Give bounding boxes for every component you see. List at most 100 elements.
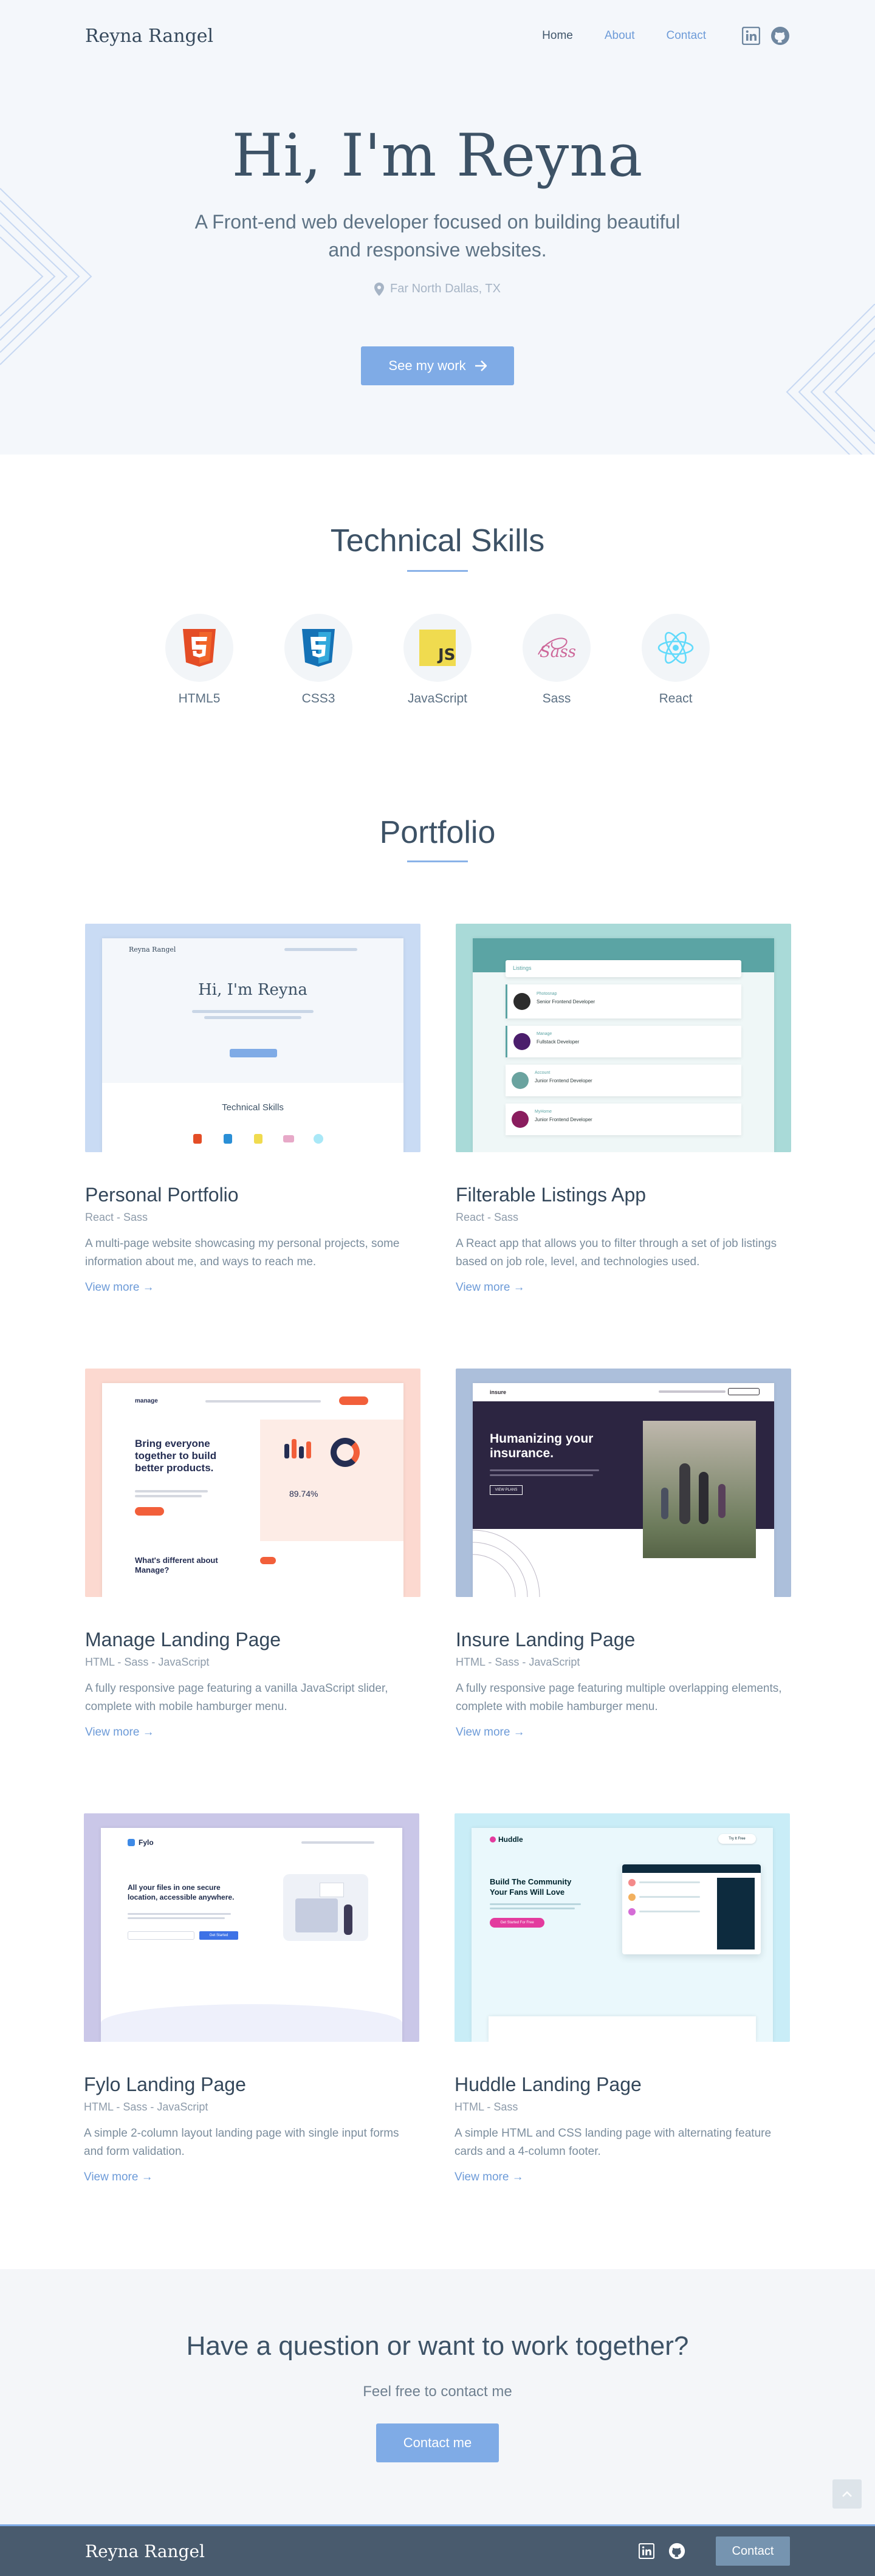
view-more-link[interactable]: View more →	[84, 2171, 153, 2184]
thumb-text-line	[639, 1911, 700, 1912]
view-more-link[interactable]: View more →	[85, 1726, 154, 1739]
thumb-brand: Fylo	[139, 1838, 154, 1847]
thumbnail-screen: Reyna Rangel Hi, I'm Reyna Technical Ski…	[102, 938, 403, 1152]
skill-javascript-badge: JS	[403, 614, 472, 682]
svg-text:JS: JS	[437, 646, 455, 664]
project-description: A React app that allows you to filter th…	[456, 1237, 777, 1268]
portfolio-section: Portfolio Reyna Rangel Hi, I'm Reyna Tec…	[0, 758, 875, 2269]
social-icons	[741, 26, 790, 46]
thumb-brand: insure	[490, 1389, 507, 1395]
thumb-skills-area: Technical Skills	[102, 1083, 403, 1152]
thumb-subheading: What's different about Manage?	[135, 1556, 218, 1575]
footer-contact-button[interactable]: Contact	[716, 2537, 790, 2566]
thumb-donut	[331, 1438, 360, 1467]
thumb-family-photo	[643, 1421, 756, 1558]
thumb-skill-icon	[314, 1134, 323, 1144]
thumb-photo-figure	[661, 1488, 668, 1519]
thumb-stat: 89.74%	[289, 1489, 318, 1499]
thumb-skills-title: Technical Skills	[222, 1102, 284, 1113]
nav-links: Home About Contact	[542, 29, 706, 43]
thumb-job-card: Manage Fullstack Developer	[506, 1026, 741, 1057]
github-icon[interactable]	[667, 2541, 687, 2561]
footer-brand[interactable]: Reyna Rangel	[85, 2541, 205, 2561]
thumb-company: Manage	[537, 1032, 552, 1036]
thumb-photo-figure	[718, 1484, 726, 1518]
thumb-avatar	[628, 1894, 636, 1901]
contact-me-button[interactable]: Contact me	[376, 2423, 499, 2462]
view-more-link[interactable]: View more →	[455, 2171, 524, 2184]
thumb-role: Fullstack Developer	[537, 1039, 580, 1045]
thumb-cta: Get Started	[199, 1931, 238, 1940]
thumb-job-card: Account Junior Frontend Developer	[506, 1065, 741, 1096]
linkedin-icon[interactable]	[741, 26, 761, 46]
thumbnail-screen: Huddle Try It Free Build The Community Y…	[472, 1828, 773, 2042]
skill-css3-name: CSS3	[301, 692, 335, 706]
project-thumbnail[interactable]: Reyna Rangel Hi, I'm Reyna Technical Ski…	[85, 924, 420, 1152]
thumb-filter-bar: Listings	[506, 960, 741, 977]
project-card-huddle: Huddle Try It Free Build The Community Y…	[455, 1813, 790, 2184]
linkedin-icon[interactable]	[637, 2541, 656, 2561]
view-more-label: View more	[85, 1281, 140, 1294]
thumb-logo-mark	[490, 1836, 496, 1843]
map-pin-icon	[374, 282, 385, 296]
thumb-job-card: MyHome Junior Frontend Developer	[506, 1104, 741, 1135]
thumb-role: Senior Frontend Developer	[537, 999, 595, 1005]
github-icon[interactable]	[770, 26, 790, 46]
project-thumbnail[interactable]: manage Bring everyone together to build …	[85, 1369, 420, 1597]
thumb-heading: Bring everyone together to build better …	[135, 1438, 217, 1474]
thumb-badge	[260, 1557, 276, 1564]
thumb-skill-icon	[283, 1135, 294, 1142]
skill-css3: CSS3	[284, 614, 352, 706]
thumb-nav	[284, 948, 357, 951]
project-thumbnail[interactable]: Fylo All your files in one secure locati…	[84, 1813, 419, 2042]
thumb-hero: Hi, I'm Reyna	[198, 981, 307, 999]
view-more-link[interactable]: View more →	[456, 1726, 525, 1739]
view-more-link[interactable]: View more →	[456, 1281, 525, 1294]
thumb-company-logo	[512, 1111, 529, 1128]
project-title: Huddle Landing Page	[455, 2073, 642, 2095]
thumb-text-line	[135, 1495, 202, 1497]
thumb-text-line	[490, 1908, 575, 1909]
portfolio-title: Portfolio	[379, 815, 496, 850]
top-nav: Reyna Rangel Home About Contact	[0, 0, 875, 72]
project-thumbnail[interactable]: Huddle Try It Free Build The Community Y…	[455, 1813, 790, 2042]
skill-sass-badge: Sass	[523, 614, 591, 682]
thumbnail-screen: Fylo All your files in one secure locati…	[101, 1828, 402, 2042]
scroll-to-top-button[interactable]	[832, 2479, 862, 2509]
project-description: A simple HTML and CSS landing page with …	[455, 2127, 772, 2158]
skills-title: Technical Skills	[330, 523, 545, 558]
nav-link-about[interactable]: About	[605, 29, 635, 43]
project-thumbnail[interactable]: Listings Photosnap Senior Frontend Devel…	[456, 924, 791, 1152]
skill-sass: Sass Sass	[523, 614, 591, 706]
html5-icon	[183, 629, 216, 667]
thumb-company-logo	[512, 1072, 529, 1089]
skill-javascript-name: JavaScript	[407, 692, 468, 706]
thumb-role: Junior Frontend Developer	[535, 1117, 592, 1122]
view-more-link[interactable]: View more →	[85, 1281, 154, 1294]
thumbnail-screen: manage Bring everyone together to build …	[102, 1383, 403, 1597]
hero-tagline: A Front-end web developer focused on bui…	[194, 211, 681, 261]
hero-decoration-left	[0, 188, 92, 365]
see-my-work-label: See my work	[388, 358, 466, 373]
thumb-chart-bar	[284, 1444, 289, 1458]
thumb-text-line	[490, 1469, 599, 1471]
skill-html5: HTML5	[165, 614, 233, 706]
nav-link-contact[interactable]: Contact	[667, 29, 706, 43]
project-description: A simple 2-column layout landing page wi…	[84, 2127, 399, 2158]
thumb-brand: Huddle	[498, 1835, 523, 1844]
thumbnail-screen: insure Humanizing your insurance. VIEW P…	[473, 1383, 774, 1597]
project-title: Filterable Listings App	[456, 1184, 647, 1206]
nav-link-home[interactable]: Home	[542, 29, 573, 43]
thumb-illustration-bg	[260, 1420, 403, 1541]
project-card-fylo: Fylo All your files in one secure locati…	[84, 1813, 419, 2184]
thumb-text-line	[128, 1913, 231, 1915]
thumb-text-line	[639, 1881, 700, 1883]
project-thumbnail[interactable]: insure Humanizing your insurance. VIEW P…	[456, 1369, 791, 1597]
brand-logo[interactable]: Reyna Rangel	[85, 26, 213, 47]
thumb-logo-mark	[128, 1839, 135, 1846]
thumb-text-line	[135, 1490, 208, 1492]
thumb-text-line	[490, 1474, 593, 1476]
thumb-illustration-card	[320, 1883, 344, 1897]
thumb-heading: Build The Community Your Fans Will Love	[490, 1877, 572, 1897]
see-my-work-button[interactable]: See my work	[361, 346, 514, 385]
